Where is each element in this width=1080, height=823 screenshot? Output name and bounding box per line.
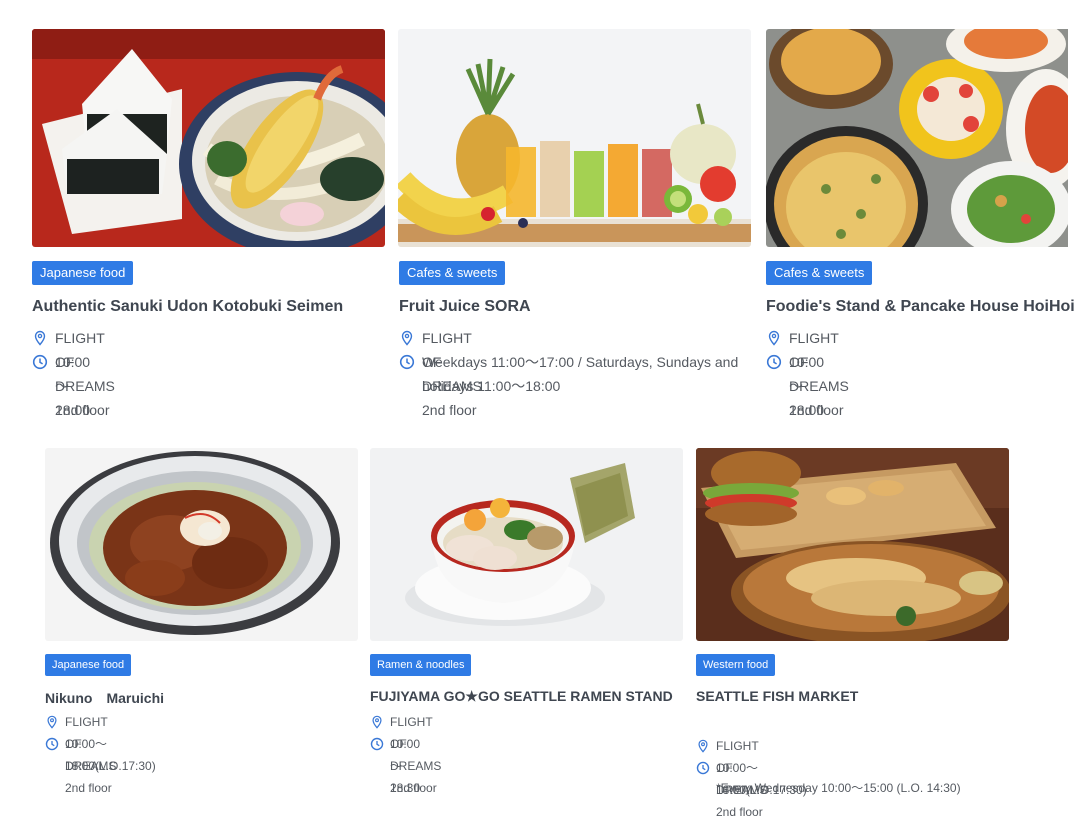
ramen-photo[interactable] (370, 448, 683, 641)
hours-row: 10:00～18:30 (370, 733, 420, 799)
hours-text: 10:00～18:00 (789, 354, 825, 418)
clock-icon (399, 350, 415, 374)
restaurant-name[interactable]: SEATTLE FISH MARKET (696, 688, 858, 704)
restaurant-name[interactable]: Fruit Juice SORA (399, 298, 531, 316)
category-badge[interactable]: Western food (696, 654, 776, 676)
meat-bowl-photo[interactable] (45, 448, 358, 641)
hours-row: 10:00～18:00 (766, 350, 824, 422)
category-badge[interactable]: Japanese food (32, 261, 134, 285)
pizza-pancake-photo[interactable] (766, 29, 1068, 247)
clock-icon (766, 350, 782, 374)
map-pin-icon (696, 735, 710, 757)
fish-burger-photo[interactable] (696, 448, 1009, 641)
clock-icon (696, 757, 710, 779)
hours-line-2: holidays 11:00～18:00 (422, 378, 561, 394)
restaurant-name[interactable]: Foodie's Stand & Pancake House HoiHoi (766, 298, 1075, 316)
hours-row: 10:00～18:00(L.O.17:30) (45, 733, 156, 777)
map-pin-icon (370, 711, 384, 733)
hours-row: Weekdays 11:00～17:00 / Saturdays, Sunday… (399, 350, 749, 398)
category-badge[interactable]: Cafes & sweets (399, 261, 506, 285)
restaurant-name[interactable]: FUJIYAMA GO★GO SEATTLE RAMEN STAND (370, 688, 673, 705)
restaurant-name[interactable]: Authentic Sanuki Udon Kotobuki Seimen (32, 298, 343, 316)
hours-row: 10:00～18:00 (32, 350, 90, 422)
hours-note: *Every Wednesday 10:00～15:00 (L.O. 14:30… (716, 781, 961, 795)
clock-icon (370, 733, 384, 755)
hours-line-1: Weekdays 11:00～17:00 / Saturdays, Sunday… (422, 354, 739, 370)
hours-text: Weekdays 11:00～17:00 / Saturdays, Sunday… (422, 350, 738, 398)
restaurant-name[interactable]: Nikuno Maruichi (45, 688, 164, 708)
category-badge[interactable]: Japanese food (45, 654, 132, 676)
category-badge[interactable]: Ramen & noodles (370, 654, 472, 676)
category-badge[interactable]: Cafes & sweets (766, 261, 873, 285)
map-pin-icon (45, 711, 59, 733)
clock-icon (32, 350, 48, 374)
hours-text: 10:00～18:00(L.O.17:30) (65, 737, 156, 773)
map-pin-icon (32, 326, 48, 350)
map-pin-icon (399, 326, 415, 350)
clock-icon (45, 733, 59, 755)
map-pin-icon (766, 326, 782, 350)
hours-text: 10:00～18:30 (390, 737, 421, 795)
fruit-juice-photo[interactable] (398, 29, 751, 247)
hours-text: 10:00～18:00 (55, 354, 91, 418)
udon-onigiri-photo[interactable] (32, 29, 385, 247)
